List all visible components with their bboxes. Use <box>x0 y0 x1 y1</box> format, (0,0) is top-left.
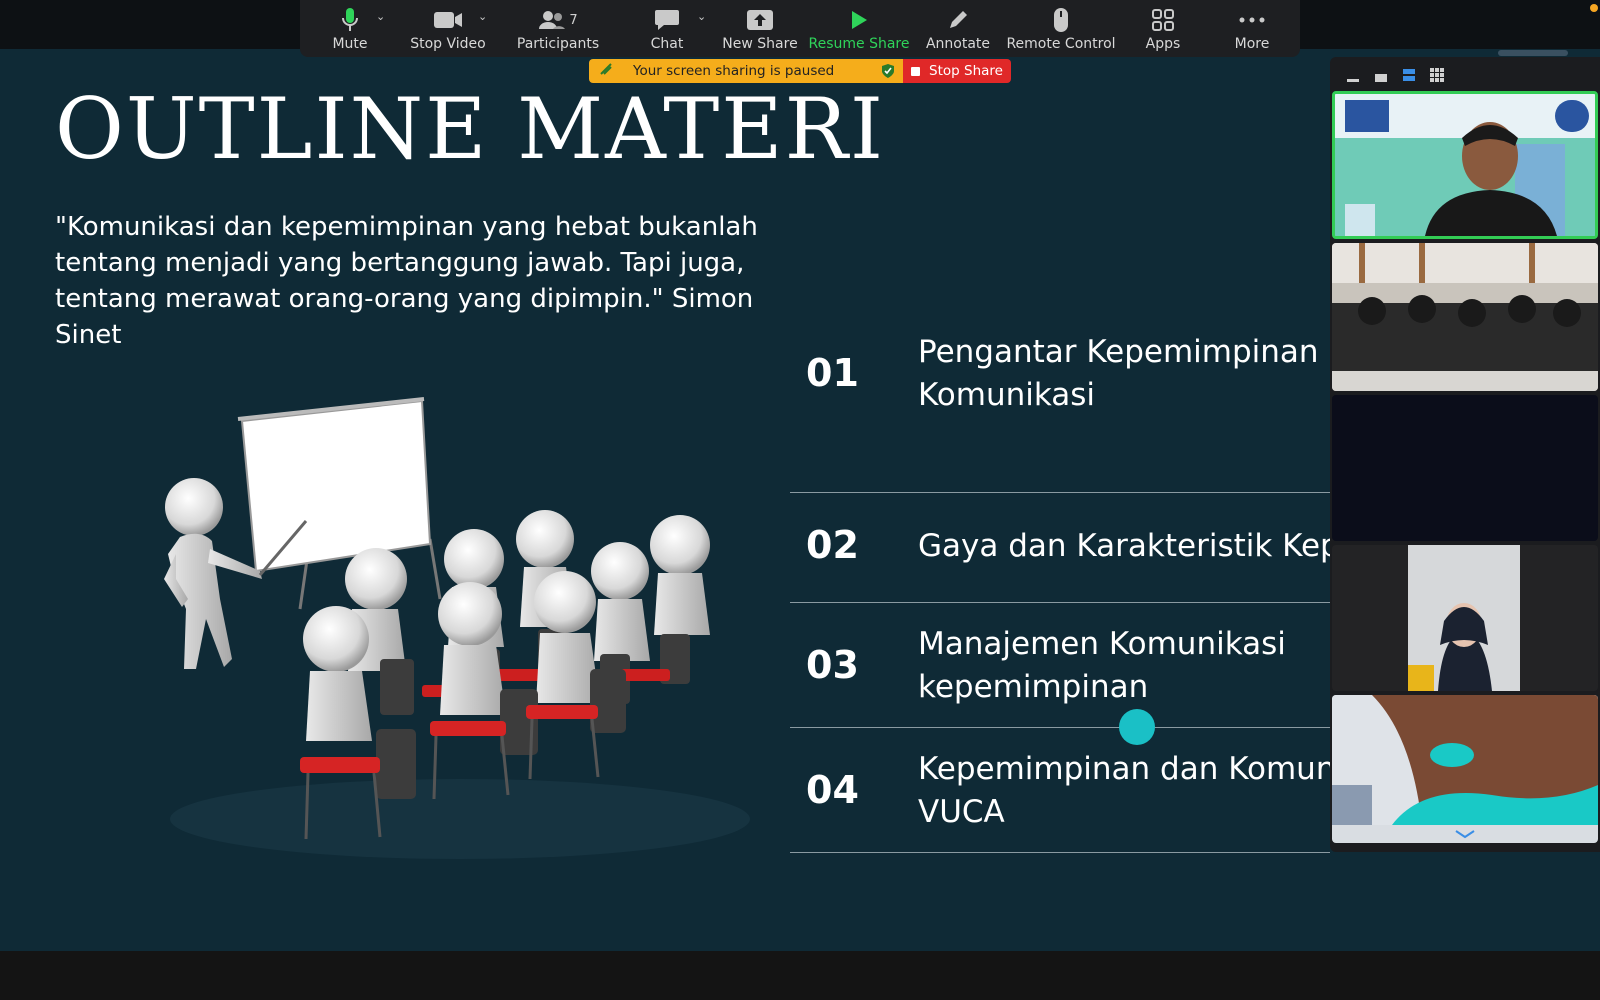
mouse-icon <box>1011 5 1111 35</box>
participant-video-classroom[interactable] <box>1332 243 1598 391</box>
outline-item-01: 01 Pengantar Kepemimpinan d Komunikasi <box>790 331 1348 493</box>
outline-list: 01 Pengantar Kepemimpinan d Komunikasi 0… <box>790 331 1359 853</box>
whiteboard <box>237 397 442 610</box>
stop-share-button[interactable]: Stop Share <box>903 59 1011 83</box>
minimize-icon[interactable] <box>1346 67 1360 86</box>
outline-text-line2: kepemimpinan <box>918 669 1149 705</box>
chevron-down-icon[interactable]: ⌄ <box>478 10 487 23</box>
stop-video-button[interactable]: ⌄ Stop Video <box>398 0 498 57</box>
people-icon: 7 <box>508 5 608 35</box>
participant-video-closeup[interactable] <box>1332 695 1598 843</box>
outline-text-line1: Kepemimpinan dan Komuni <box>918 751 1345 787</box>
annotate-label: Annotate <box>925 36 991 52</box>
outline-number: 04 <box>806 768 859 812</box>
panel-collapse-tab[interactable] <box>1498 50 1568 56</box>
outline-item-02: 02 Gaya dan Karakteristik Kepe <box>790 493 1359 603</box>
participant-video-off[interactable] <box>1332 395 1598 541</box>
remote-control-button[interactable]: Remote Control <box>1006 0 1116 57</box>
chevron-down-icon[interactable]: ⌄ <box>697 10 706 23</box>
bottom-black-bar <box>0 951 1600 1000</box>
slide-title: OUTLINE MATERI <box>55 80 886 178</box>
outline-number: 02 <box>806 523 859 567</box>
status-indicator-dot <box>1590 4 1598 12</box>
participants-label: Participants <box>516 36 600 52</box>
chevron-down-icon[interactable]: ⌄ <box>376 10 385 23</box>
apps-grid-icon <box>1113 5 1213 35</box>
paused-message: Your screen sharing is paused <box>633 63 835 79</box>
stop-square-icon <box>911 66 921 76</box>
shield-check-icon <box>881 63 895 83</box>
video-feed <box>1332 243 1598 391</box>
outline-text-line2: VUCA <box>918 794 1005 830</box>
video-gallery-panel <box>1330 57 1600 852</box>
outline-item-03: 03 Manajemen Komunikasi kepemimpinan <box>790 603 1330 728</box>
speaker-view-icon[interactable] <box>1402 67 1416 86</box>
outline-number: 03 <box>806 643 859 687</box>
outline-text-line1: Gaya dan Karakteristik Kepe <box>918 528 1359 564</box>
ellipsis-icon <box>1202 5 1302 35</box>
video-feed <box>1332 545 1598 691</box>
pointer-cursor-dot <box>1119 709 1155 745</box>
outline-text-line1: Pengantar Kepemimpinan d <box>918 334 1349 370</box>
new-share-button[interactable]: New Share <box>710 0 810 57</box>
annotate-button[interactable]: Annotate <box>908 0 1008 57</box>
screen-share-paused-banner: Your screen sharing is paused <box>589 59 903 83</box>
play-icon <box>809 5 909 35</box>
mute-button[interactable]: ⌄ Mute <box>300 0 400 57</box>
outline-text-line1: Manajemen Komunikasi <box>918 626 1286 662</box>
stop-video-label: Stop Video <box>410 36 486 52</box>
more-button[interactable]: More <box>1202 0 1302 57</box>
pencil-icon <box>908 5 1008 35</box>
video-feed <box>1332 695 1598 825</box>
outline-number: 01 <box>806 351 859 395</box>
participant-video-active-speaker[interactable] <box>1332 91 1598 239</box>
meeting-toolbar: ⌄ Mute ⌄ Stop Video 7 Participants ⌄ Cha… <box>300 0 1300 57</box>
presentation-illustration <box>164 397 750 859</box>
gallery-view-controls <box>1346 65 1458 87</box>
single-view-icon[interactable] <box>1374 67 1388 86</box>
more-label: More <box>1234 36 1270 52</box>
upload-arrow-icon <box>710 5 810 35</box>
participants-count: 7 <box>569 12 578 28</box>
chevron-down-icon[interactable] <box>1450 825 1480 845</box>
video-feed <box>1335 94 1595 236</box>
outline-text-line2: Komunikasi <box>918 377 1096 413</box>
outline-item-04: 04 Kepemimpinan dan Komuni VUCA <box>790 728 1344 853</box>
stop-share-label: Stop Share <box>929 63 1003 79</box>
drag-handle-icon[interactable] <box>599 62 613 80</box>
grid-view-icon[interactable] <box>1430 67 1444 86</box>
resume-share-button[interactable]: Resume Share <box>809 0 909 57</box>
slide-quote: "Komunikasi dan kepemimpinan yang hebat … <box>55 212 758 350</box>
participants-button[interactable]: 7 Participants <box>508 0 608 57</box>
participant-video-vertical[interactable] <box>1332 545 1598 691</box>
